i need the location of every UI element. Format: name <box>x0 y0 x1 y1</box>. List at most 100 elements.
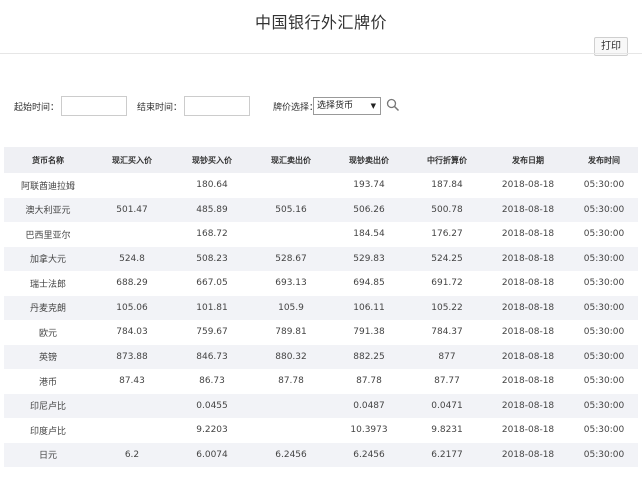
table-row: 加拿大元 524.8 508.23 528.67 529.83 524.25 2018-08… <box>4 246 638 271</box>
table-cell: 184.54 <box>353 229 385 240</box>
currency-select-label: 牌价选择： <box>273 103 319 113</box>
table-cell: 印度卢比 <box>29 426 66 437</box>
table-cell: 105.22 <box>431 302 463 313</box>
column-header: 发布时间 <box>588 155 620 165</box>
table-row: 欧元 784.03 759.67 789.81 791.38 784.37 2018-08-… <box>4 320 638 345</box>
table-cell: 2018-08-18 <box>501 327 555 338</box>
table-cell: 澳大利亚元 <box>25 206 71 217</box>
table-cell: 加拿大元 <box>29 255 66 266</box>
table-cell: 789.81 <box>275 327 307 338</box>
table-cell: 784.37 <box>431 327 463 338</box>
start-time-input[interactable] <box>61 96 127 116</box>
table-cell: 05:30:00 <box>583 449 625 460</box>
table-cell <box>92 394 172 419</box>
table-cell: 港币 <box>38 377 57 388</box>
table-cell: 791.38 <box>353 327 385 338</box>
table-cell: 05:30:00 <box>583 376 625 387</box>
table-cell: 688.29 <box>116 278 148 289</box>
table-cell: 9.8231 <box>431 425 463 436</box>
table-cell: 106.11 <box>353 302 385 313</box>
start-time-label: 起始时间： <box>14 103 60 113</box>
table-cell: 05:30:00 <box>583 302 625 313</box>
table-cell: 529.83 <box>353 253 385 264</box>
table-cell: 2018-08-18 <box>501 400 555 411</box>
table-cell: 693.13 <box>275 278 307 289</box>
table-cell: 505.16 <box>275 204 307 215</box>
table-cell: 691.72 <box>431 278 463 289</box>
table-cell: 05:30:00 <box>583 351 625 362</box>
table-cell: 6.2456 <box>275 449 307 460</box>
table-cell: 10.3973 <box>350 425 388 436</box>
table-cell: 巴西里亚尔 <box>25 230 71 241</box>
end-time-input[interactable] <box>184 96 250 116</box>
table-cell: 524.25 <box>431 253 463 264</box>
table-cell: 101.81 <box>196 302 228 313</box>
table-row: 阿联酋迪拉姆 180.64 193.74 187.84 2018-08-18 05:30:… <box>4 173 638 198</box>
column-header: 现汇买入价 <box>112 155 152 165</box>
table-cell <box>252 418 330 443</box>
table-cell: 873.88 <box>116 351 148 362</box>
table-header: 货币名称 现汇买入价 现钞买入价 现汇卖出价 现钞卖出价 中行折算价 发布日期 发布时间 <box>4 147 638 173</box>
rates-table: 货币名称 现汇买入价 现钞买入价 现汇卖出价 现钞卖出价 中行折算价 发布日期 发布时间 阿联… <box>4 147 638 467</box>
table-cell: 05:30:00 <box>583 425 625 436</box>
table-cell: 694.85 <box>353 278 385 289</box>
table-cell: 6.0074 <box>196 449 228 460</box>
table-cell: 880.32 <box>275 351 307 362</box>
table-cell: 759.67 <box>196 327 228 338</box>
column-header: 货币名称 <box>32 155 64 165</box>
table-row: 瑞士法郎 688.29 667.05 693.13 694.85 691.72 2018-0… <box>4 271 638 296</box>
table-cell: 2018-08-18 <box>501 302 555 313</box>
table-cell: 0.0471 <box>431 400 463 411</box>
table-cell: 87.78 <box>278 376 304 387</box>
column-header: 中行折算价 <box>427 155 467 165</box>
table-cell: 05:30:00 <box>583 400 625 411</box>
table-body: 阿联酋迪拉姆 180.64 193.74 187.84 2018-08-18 05:30:… <box>4 173 638 467</box>
table-cell: 日元 <box>38 451 57 462</box>
table-cell: 05:30:00 <box>583 229 625 240</box>
table-row: 巴西里亚尔 168.72 184.54 176.27 2018-08-18 05:30:0… <box>4 222 638 247</box>
table-cell: 6.2456 <box>353 449 385 460</box>
table-cell: 506.26 <box>353 204 385 215</box>
table-cell: 2018-08-18 <box>501 376 555 387</box>
column-header: 现钞买入价 <box>192 155 232 165</box>
table-cell: 0.0487 <box>353 400 385 411</box>
table-cell: 瑞士法郎 <box>29 279 66 290</box>
dropdown-arrow-icon: ▼ <box>370 102 376 110</box>
table-cell: 印尼卢比 <box>29 402 66 413</box>
table-row: 港币 87.43 86.73 87.78 87.78 87.77 2018-08-18 05:… <box>4 369 638 394</box>
currency-select[interactable]: 选择货币 ▼ <box>313 97 381 115</box>
table-cell: 9.2203 <box>196 425 228 436</box>
table-cell: 524.8 <box>119 253 145 264</box>
table-cell: 882.25 <box>353 351 385 362</box>
table-cell: 05:30:00 <box>583 180 625 191</box>
search-icon[interactable] <box>386 98 400 112</box>
table-cell: 2018-08-18 <box>501 351 555 362</box>
table-cell: 6.2177 <box>431 449 463 460</box>
table-cell: 05:30:00 <box>583 278 625 289</box>
column-header: 现钞卖出价 <box>349 155 389 165</box>
table-row: 英镑 873.88 846.73 880.32 882.25 877 2018-08-18 0… <box>4 344 638 369</box>
page-title: 中国银行外汇牌价 <box>254 13 387 32</box>
table-cell <box>92 418 172 443</box>
table-cell: 667.05 <box>196 278 228 289</box>
table-cell: 105.9 <box>278 302 304 313</box>
table-cell: 87.43 <box>119 376 145 387</box>
table-cell: 508.23 <box>196 253 228 264</box>
table-cell: 英镑 <box>38 353 57 364</box>
table-cell: 180.64 <box>196 180 228 191</box>
table-cell <box>92 173 172 198</box>
table-cell: 87.77 <box>434 376 460 387</box>
table-cell: 2018-08-18 <box>501 253 555 264</box>
table-cell: 2018-08-18 <box>501 425 555 436</box>
table-cell: 168.72 <box>196 229 228 240</box>
table-cell: 105.06 <box>116 302 148 313</box>
table-cell: 87.78 <box>356 376 382 387</box>
table-cell: 2018-08-18 <box>501 180 555 191</box>
table-cell: 485.89 <box>196 204 228 215</box>
table-cell: 05:30:00 <box>583 204 625 215</box>
table-cell: 阿联酋迪拉姆 <box>20 181 75 192</box>
table-cell: 784.03 <box>116 327 148 338</box>
table-row: 印度卢比 9.2203 10.3973 9.8231 2018-08-18 05:30:0… <box>4 418 638 443</box>
table-cell: 2018-08-18 <box>501 278 555 289</box>
column-header: 发布日期 <box>512 155 544 165</box>
